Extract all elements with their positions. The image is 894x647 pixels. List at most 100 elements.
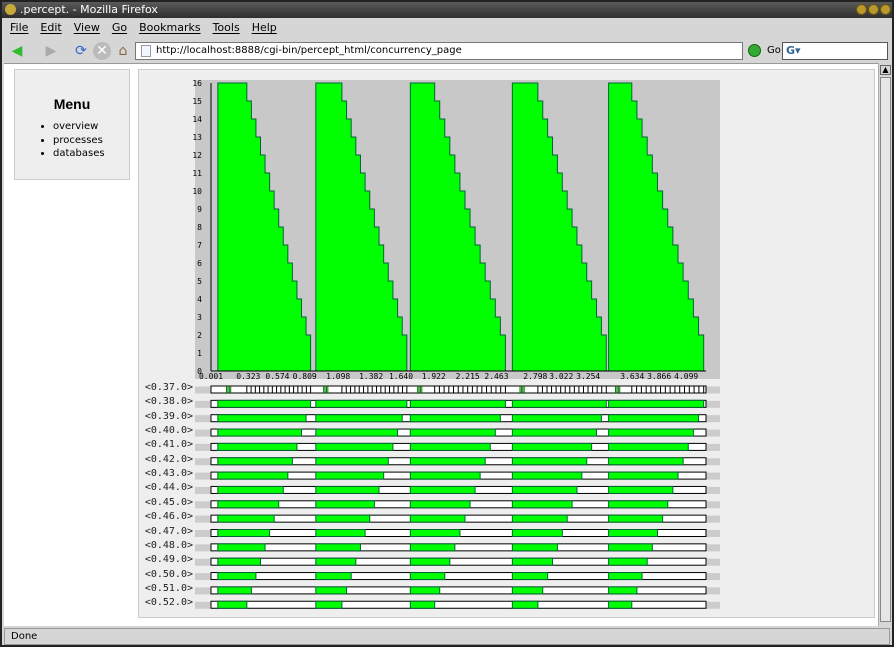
process-label[interactable]: <0.51.0> [133,583,193,594]
process-active-span [315,399,408,408]
process-active-span [217,399,312,408]
x-tick-label: 3.866 [647,372,671,381]
process-active-span [315,514,371,523]
close-button[interactable] [880,4,891,15]
process-active-span [315,500,375,509]
x-tick-label: 4.099 [674,372,698,381]
process-label[interactable]: <0.45.0> [133,497,193,508]
y-tick-label: 12 [192,151,202,160]
process-active-span [217,442,298,451]
process-active-span [409,414,501,423]
menu-go[interactable]: Go [112,19,127,37]
menu-title: Menu [53,96,91,112]
process-active-span [409,485,476,494]
menu-file[interactable]: File [10,19,28,37]
process-active-span [315,529,366,537]
maximize-button[interactable] [868,4,879,15]
vertical-scrollbar[interactable]: ▲ [878,63,891,626]
menu-link-processes[interactable]: processes [53,134,129,148]
stop-icon[interactable]: ✕ [93,42,111,60]
process-active-span [315,485,380,494]
x-tick-label: 3.022 [549,372,573,381]
process-label[interactable]: <0.42.0> [133,454,193,465]
process-active-span [608,399,705,408]
process-active-span [217,500,280,509]
page-content: Menu overview processes databases 012345… [4,63,878,626]
menu-tools[interactable]: Tools [213,19,240,37]
process-label[interactable]: <0.43.0> [133,468,193,479]
process-label[interactable]: <0.44.0> [133,482,193,493]
menu-help[interactable]: Help [252,19,277,37]
process-label[interactable]: <0.47.0> [133,526,193,537]
title-bar: .percept. - Mozilla Firefox [2,2,892,18]
menu-edit[interactable]: Edit [40,19,61,37]
process-active-span [315,471,385,480]
search-input[interactable]: G▾ [782,42,888,60]
home-icon[interactable]: ⌂ [114,42,132,60]
scroll-up-arrow[interactable]: ▲ [880,65,891,75]
sidebar-menu: Menu overview processes databases [14,69,130,180]
process-active-span [511,514,568,523]
process-active-span [217,471,289,480]
y-tick-label: 16 [192,79,202,88]
x-tick-label: 0.001 [199,372,223,381]
process-active-span [315,572,352,581]
firefox-icon [5,4,16,15]
minimize-button[interactable] [856,4,867,15]
menu-bookmarks[interactable]: Bookmarks [139,19,200,37]
y-tick-label: 9 [197,205,202,214]
process-active-span [511,600,539,609]
x-tick-label: 1.640 [389,372,413,381]
url-input[interactable]: http://localhost:8888/cgi-bin/percept_ht… [135,42,743,60]
process-label[interactable]: <0.52.0> [133,597,193,608]
process-active-span [511,557,554,566]
process-active-span [608,572,643,581]
process-active-span [608,500,669,509]
x-tick-label: 2.463 [484,372,508,381]
menu-link-databases[interactable]: databases [53,147,129,161]
process-label[interactable]: <0.41.0> [133,439,193,450]
back-icon[interactable]: ◀ [8,42,26,60]
process-active-span [608,529,658,537]
y-tick-label: 15 [192,97,202,106]
x-tick-label: 2.215 [456,372,480,381]
menu-bar: File Edit View Go Bookmarks Tools Help [2,19,892,37]
process-active-span [409,399,506,408]
process-label[interactable]: <0.40.0> [133,425,193,436]
process-active-span [608,414,700,423]
process-active-span [217,457,293,466]
concurrency-chart: 0123456789101112131415160.001 0.323 0.574 0… [192,79,720,609]
process-active-span [511,442,593,451]
process-active-span [409,471,481,480]
process-active-span [608,586,638,595]
process-label[interactable]: <0.39.0> [133,411,193,422]
process-label[interactable]: <0.37.0> [133,382,193,393]
process-label[interactable]: <0.49.0> [133,554,193,565]
y-tick-label: 10 [192,187,202,196]
process-active-span [409,600,436,609]
menu-view[interactable]: View [74,19,100,37]
reload-icon[interactable]: ⟳ [72,42,90,60]
go-button[interactable]: Go [748,42,781,60]
process-label[interactable]: <0.46.0> [133,511,193,522]
process-active-span [217,428,302,437]
process-active-span [217,529,271,537]
process-label[interactable]: <0.50.0> [133,569,193,580]
process-active-span [315,442,394,451]
x-tick-label: 1.382 [359,372,383,381]
y-tick-label: 5 [197,277,202,286]
menu-link-overview[interactable]: overview [53,120,129,134]
scroll-thumb[interactable] [880,77,891,622]
process-active-span [511,529,563,537]
y-tick-label: 1 [197,349,202,358]
process-active-span [409,557,451,566]
process-active-span [217,572,257,581]
process-active-span [608,442,689,451]
process-active-span [409,514,466,523]
process-label[interactable]: <0.38.0> [133,396,193,407]
forward-icon[interactable]: ▶ [42,42,60,60]
process-label[interactable]: <0.48.0> [133,540,193,551]
process-active-span [409,500,471,509]
process-active-span [608,600,633,609]
y-tick-label: 8 [197,223,202,232]
